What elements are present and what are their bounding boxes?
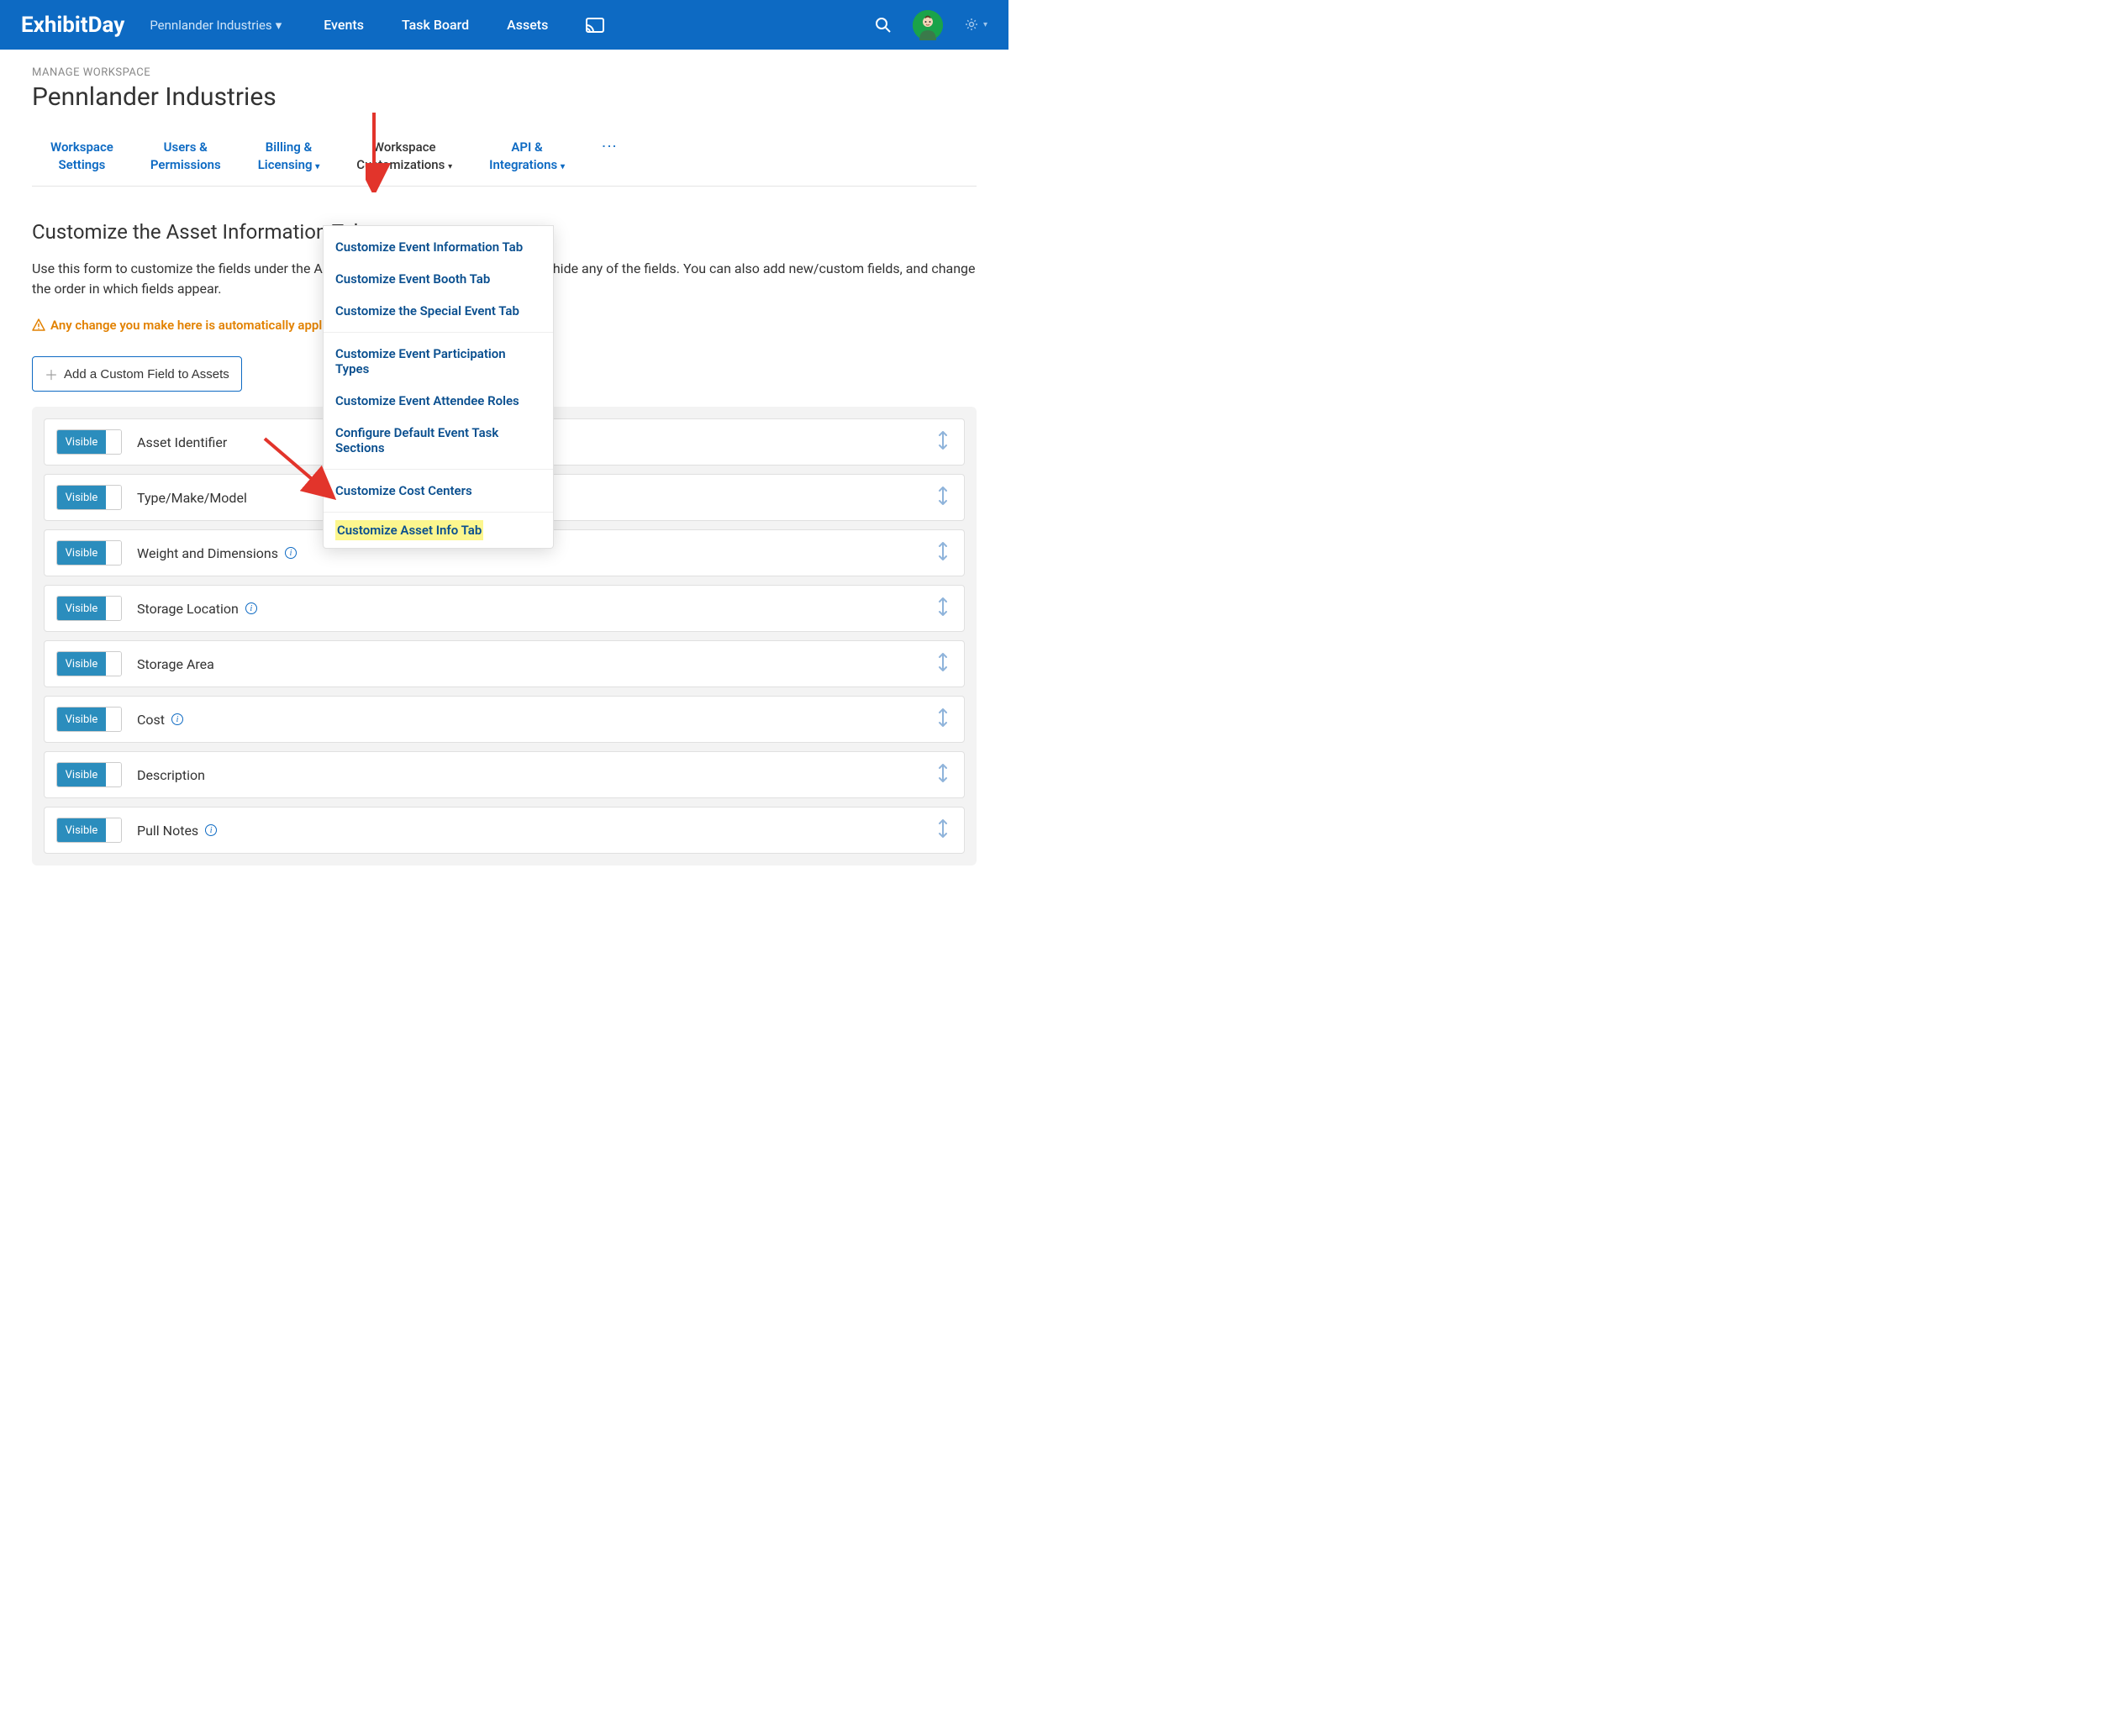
toggle-handle — [106, 597, 121, 620]
toggle-visible-label: Visible — [57, 708, 106, 731]
drag-handle-icon[interactable] — [934, 760, 952, 789]
app-header: ExhibitDay Pennlander Industries ▾ Event… — [0, 0, 1008, 50]
field-label: Description — [137, 767, 205, 783]
toggle-visible-label: Visible — [57, 597, 106, 620]
warning-icon — [32, 318, 45, 332]
logo[interactable]: ExhibitDay — [21, 13, 124, 38]
field-label: Storage Locationi — [137, 601, 257, 617]
chevron-down-icon: ▾ — [448, 162, 452, 171]
toggle-handle — [106, 818, 121, 842]
tab-workspace-customizations[interactable]: Workspace Customizations ▾ — [338, 139, 471, 186]
chevron-down-icon: ▾ — [561, 162, 565, 171]
field-row: Visible Description — [44, 751, 965, 798]
toggle-handle — [106, 541, 121, 565]
nav-task-board[interactable]: Task Board — [402, 17, 469, 33]
drag-handle-icon[interactable] — [934, 483, 952, 512]
tab-api-integrations[interactable]: API & Integrations ▾ — [471, 139, 583, 186]
menu-section-3: Customize Cost Centers — [324, 470, 553, 513]
info-icon[interactable]: i — [171, 713, 183, 725]
chevron-down-icon: ▾ — [983, 20, 987, 29]
cast-icon[interactable] — [586, 17, 604, 33]
header-right: ▾ — [875, 10, 987, 40]
drag-handle-icon[interactable] — [934, 816, 952, 844]
tab-users-permissions[interactable]: Users & Permissions — [132, 139, 240, 186]
info-icon[interactable]: i — [245, 602, 257, 614]
toggle-visible-label: Visible — [57, 763, 106, 786]
menu-item[interactable]: Customize the Special Event Tab — [324, 295, 553, 327]
field-label: Costi — [137, 712, 183, 728]
field-row: Visible Storage Locationi — [44, 585, 965, 632]
nav-assets[interactable]: Assets — [507, 17, 548, 33]
chevron-down-icon: ▾ — [315, 162, 319, 171]
toggle-handle — [106, 486, 121, 509]
workspace-selector-label: Pennlander Industries — [150, 18, 271, 33]
toggle-visible-label: Visible — [57, 652, 106, 676]
menu-section-4: Customize Asset Info Tab — [324, 513, 553, 548]
menu-item[interactable]: Customize Event Participation Types — [324, 338, 553, 385]
main-nav: Events Task Board Assets — [324, 17, 604, 33]
toggle-visible-label: Visible — [57, 541, 106, 565]
field-label: Storage Area — [137, 656, 214, 672]
visibility-toggle[interactable]: Visible — [56, 429, 122, 455]
field-row: Visible Pull Notesi — [44, 807, 965, 854]
toggle-handle — [106, 652, 121, 676]
tab-billing-licensing[interactable]: Billing & Licensing ▾ — [240, 139, 339, 186]
tab-workspace-settings[interactable]: Workspace Settings — [32, 139, 132, 186]
tabs-bar: Workspace Settings Users & Permissions B… — [32, 139, 977, 187]
visibility-toggle[interactable]: Visible — [56, 485, 122, 510]
menu-item[interactable]: Customize Event Information Tab — [324, 231, 553, 263]
visibility-toggle[interactable]: Visible — [56, 707, 122, 732]
visibility-toggle[interactable]: Visible — [56, 818, 122, 843]
toggle-handle — [106, 763, 121, 786]
toggle-visible-label: Visible — [57, 818, 106, 842]
menu-item[interactable]: Customize Event Booth Tab — [324, 263, 553, 295]
menu-section-1: Customize Event Information TabCustomize… — [324, 226, 553, 333]
workspace-selector[interactable]: Pennlander Industries ▾ — [150, 18, 282, 33]
field-row: Visible Costi — [44, 696, 965, 743]
drag-handle-icon[interactable] — [934, 428, 952, 456]
toggle-handle — [106, 430, 121, 454]
field-label: Type/Make/Model — [137, 490, 247, 506]
menu-item[interactable]: Customize Cost Centers — [324, 475, 553, 507]
drag-handle-icon[interactable] — [934, 594, 952, 623]
menu-item-customize-asset-info[interactable]: Customize Asset Info Tab — [335, 520, 483, 540]
field-label: Pull Notesi — [137, 823, 217, 839]
drag-handle-icon[interactable] — [934, 539, 952, 567]
menu-section-2: Customize Event Participation TypesCusto… — [324, 333, 553, 470]
toggle-visible-label: Visible — [57, 430, 106, 454]
visibility-toggle[interactable]: Visible — [56, 596, 122, 621]
menu-item[interactable]: Customize Event Attendee Roles — [324, 385, 553, 417]
plus-icon: ＋ — [45, 364, 58, 384]
toggle-handle — [106, 708, 121, 731]
page-title: Pennlander Industries — [32, 82, 977, 112]
info-icon[interactable]: i — [285, 547, 297, 559]
workspace-customizations-dropdown: Customize Event Information TabCustomize… — [323, 225, 554, 549]
field-label: Asset Identifier — [137, 434, 227, 450]
add-custom-field-button[interactable]: ＋ Add a Custom Field to Assets — [32, 356, 242, 392]
drag-handle-icon[interactable] — [934, 705, 952, 734]
field-row: Visible Storage Area — [44, 640, 965, 687]
field-label: Weight and Dimensionsi — [137, 545, 297, 561]
info-icon[interactable]: i — [205, 824, 217, 836]
page-content: MANAGE WORKSPACE Pennlander Industries W… — [0, 50, 1008, 899]
menu-item[interactable]: Configure Default Event Task Sections — [324, 417, 553, 464]
avatar[interactable] — [913, 10, 943, 40]
visibility-toggle[interactable]: Visible — [56, 651, 122, 676]
toggle-visible-label: Visible — [57, 486, 106, 509]
visibility-toggle[interactable]: Visible — [56, 540, 122, 566]
nav-events[interactable]: Events — [324, 17, 364, 33]
chevron-down-icon: ▾ — [276, 18, 282, 33]
more-tabs-icon[interactable]: ⋮ — [592, 139, 626, 186]
search-icon[interactable] — [875, 17, 892, 34]
visibility-toggle[interactable]: Visible — [56, 762, 122, 787]
drag-handle-icon[interactable] — [934, 650, 952, 678]
gear-icon[interactable]: ▾ — [964, 17, 987, 34]
breadcrumb: MANAGE WORKSPACE — [32, 66, 977, 79]
